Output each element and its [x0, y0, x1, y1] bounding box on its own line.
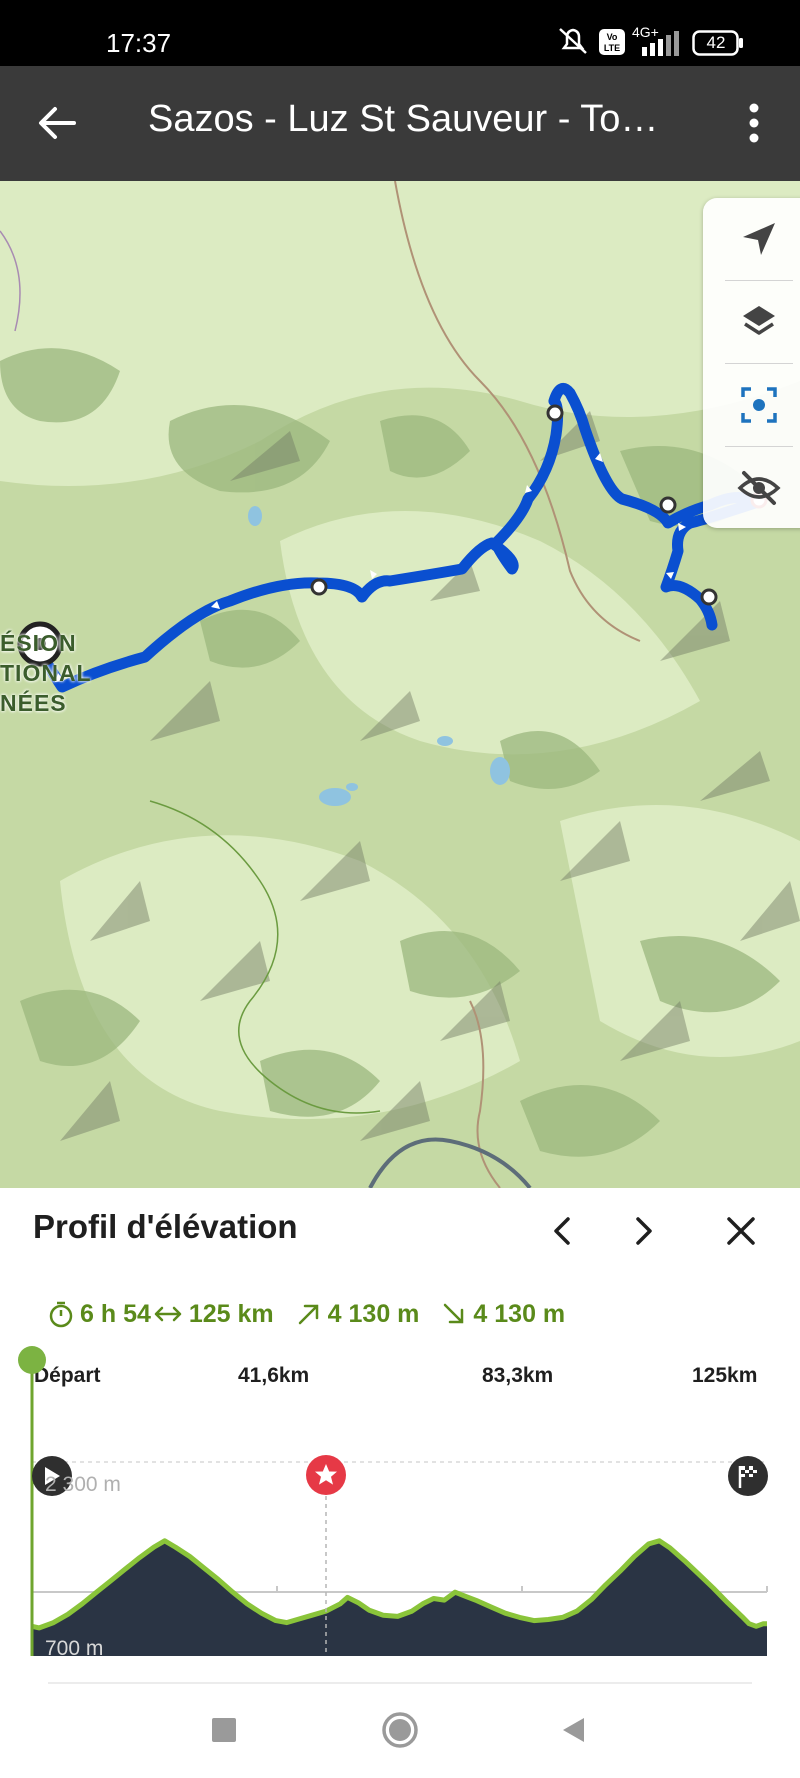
mute-icon — [559, 28, 587, 54]
elevation-max-label: 2 300 m — [45, 1473, 121, 1496]
route-stats: 6 h 54 125 km 4 130 m 4 130 m — [48, 1294, 565, 1334]
descent-icon — [444, 1303, 464, 1324]
waypoint-marker[interactable] — [700, 588, 718, 606]
panel-title: Profil d'élévation — [33, 1208, 298, 1245]
route-title: Sazos - Luz St Sauveur - Tour… — [148, 98, 678, 140]
navigate-icon — [743, 223, 775, 255]
stat-descent: 4 130 m — [441, 1300, 565, 1329]
map-label-line: TIONAL — [0, 660, 92, 686]
map-area-label: ÉSION TIONAL NÉES — [0, 628, 92, 718]
more-vert-icon[interactable] — [738, 100, 770, 146]
signal-icon — [642, 31, 679, 56]
layers-icon — [743, 306, 775, 335]
waypoint-marker[interactable] — [659, 496, 677, 514]
back-icon[interactable] — [558, 1715, 588, 1745]
map-label-line: NÉES — [0, 690, 67, 716]
waypoint-marker[interactable] — [546, 404, 564, 422]
elevation-panel: Profil d'élévation 6 h 54 125 km 4 130 m — [0, 1188, 800, 1688]
close-icon[interactable] — [716, 1206, 766, 1256]
distance-icon — [154, 1306, 182, 1322]
stat-duration: 6 h 54 — [48, 1300, 151, 1329]
ascent-value: 4 130 m — [327, 1299, 420, 1328]
start-handle[interactable] — [18, 1346, 46, 1374]
map-view[interactable] — [0, 181, 800, 1188]
chevron-right-icon[interactable] — [618, 1206, 668, 1256]
ascent-icon — [298, 1304, 318, 1325]
status-bar: 17:37 Vo LTE 4G+ 42 — [0, 0, 800, 66]
system-nav-bar — [0, 1688, 800, 1778]
star-marker-icon[interactable] — [306, 1455, 346, 1495]
toggle-visibility-button[interactable] — [703, 447, 800, 529]
topo-map[interactable] — [0, 181, 800, 1188]
battery-level: 42 — [706, 33, 726, 52]
volte-icon: Vo LTE — [599, 29, 625, 55]
back-arrow-icon[interactable] — [36, 102, 78, 144]
elevation-chart[interactable] — [0, 1338, 800, 1688]
focus-route-icon — [741, 387, 777, 423]
navigate-button[interactable] — [703, 198, 800, 280]
map-tools — [703, 198, 800, 528]
elevation-min-label: 700 m — [45, 1637, 104, 1660]
svg-text:LTE: LTE — [604, 43, 620, 53]
eye-off-icon — [737, 471, 781, 505]
timer-icon — [49, 1301, 73, 1328]
recent-apps-icon[interactable] — [210, 1716, 238, 1744]
duration-value: 6 h 54 — [80, 1299, 151, 1328]
finish-flag-icon[interactable] — [728, 1456, 768, 1496]
layers-button[interactable] — [703, 281, 800, 363]
distance-value: 125 km — [188, 1299, 274, 1328]
focus-route-button[interactable] — [703, 364, 800, 446]
waypoint-marker[interactable] — [310, 578, 328, 596]
app-bar: Sazos - Luz St Sauveur - Tour… — [0, 66, 800, 181]
descent-value: 4 130 m — [473, 1299, 566, 1328]
home-icon[interactable] — [380, 1710, 420, 1750]
chevron-left-icon[interactable] — [538, 1206, 588, 1256]
svg-text:Vo: Vo — [607, 32, 618, 42]
stat-distance: 125 km — [151, 1300, 274, 1329]
status-time: 17:37 — [106, 28, 172, 58]
map-label-line: ÉSION — [0, 630, 77, 656]
stat-ascent: 4 130 m — [296, 1299, 420, 1329]
